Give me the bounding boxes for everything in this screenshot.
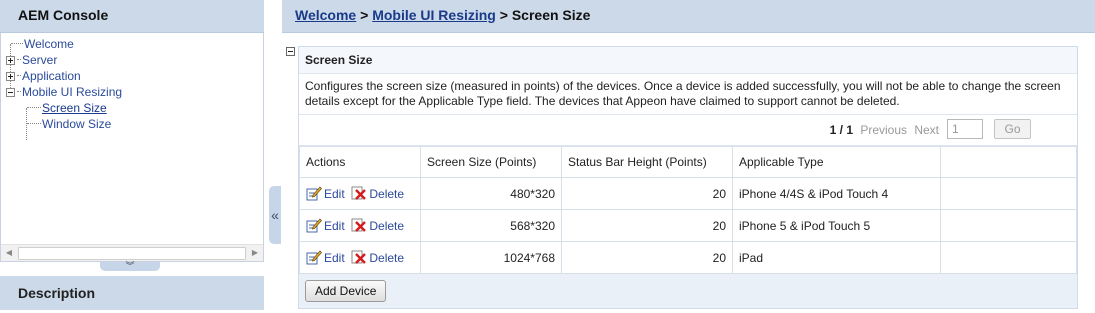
edit-icon — [306, 218, 322, 233]
empty-cell — [940, 241, 1077, 274]
tree-link-mobile-ui-resizing[interactable]: Mobile UI Resizing — [22, 85, 122, 99]
delete-icon — [351, 218, 367, 233]
scroll-left-icon[interactable]: ◀ — [1, 245, 17, 261]
table-row: Edit Delete 1024*768 20 iPad — [299, 241, 1077, 274]
breadcrumb-link-welcome[interactable]: Welcome — [295, 7, 356, 23]
edit-button[interactable]: Edit — [306, 218, 345, 233]
description-title: Description — [0, 276, 264, 310]
status-bar-cell: 20 — [561, 209, 733, 242]
section-description: Configures the screen size (measured in … — [299, 74, 1077, 115]
breadcrumb-separator: > — [499, 7, 508, 23]
expand-icon[interactable] — [6, 56, 15, 65]
delete-icon — [351, 186, 367, 201]
tree-item-mobile-ui-resizing[interactable]: Mobile UI Resizing — [6, 84, 122, 100]
section-title: Screen Size — [299, 47, 1077, 74]
tree-item-screen-size[interactable]: Screen Size — [6, 100, 122, 116]
next-page-link[interactable]: Next — [914, 123, 939, 137]
delete-button[interactable]: Delete — [351, 186, 404, 201]
edit-icon — [306, 250, 322, 265]
screen-size-cell: 480*320 — [420, 177, 562, 210]
double-chevron-down-icon[interactable]: ︾ — [100, 262, 160, 271]
tree-link-welcome[interactable]: Welcome — [24, 37, 74, 51]
screen-size-section: Screen Size Configures the screen size (… — [298, 46, 1078, 309]
section-collapse-icon[interactable] — [286, 47, 295, 56]
tree-item-window-size[interactable]: Window Size — [6, 116, 122, 132]
page-info: 1 / 1 — [829, 123, 853, 137]
status-bar-cell: 20 — [561, 177, 733, 210]
breadcrumb-current: Screen Size — [511, 7, 591, 23]
tree-item-application[interactable]: Application — [6, 68, 122, 84]
pager: 1 / 1 Previous Next Go — [299, 115, 1077, 146]
console-title: AEM Console — [0, 0, 264, 33]
actions-cell: Edit Delete — [299, 241, 421, 274]
tree-connector — [17, 91, 21, 92]
edit-button[interactable]: Edit — [306, 186, 345, 201]
tree-connector — [11, 43, 23, 44]
column-header-applicable-type[interactable]: Applicable Type — [732, 146, 941, 178]
go-button[interactable]: Go — [994, 119, 1031, 139]
applicable-type-cell: iPhone 4/4S & iPod Touch 4 — [732, 177, 941, 210]
screen-size-cell: 568*320 — [420, 209, 562, 242]
double-chevron-left-icon[interactable]: « — [269, 186, 281, 244]
tree-connector — [17, 59, 21, 60]
tree-connector — [27, 107, 41, 108]
actions-cell: Edit Delete — [299, 209, 421, 242]
tree-connector — [17, 75, 21, 76]
breadcrumb: Welcome > Mobile UI Resizing > Screen Si… — [282, 0, 1095, 33]
tree-link-application[interactable]: Application — [22, 69, 81, 83]
tree-link-server[interactable]: Server — [22, 53, 57, 67]
table-row: Edit Delete 568*320 20 iPhone 5 & iPod T… — [299, 209, 1077, 242]
scroll-right-icon[interactable]: ▶ — [247, 245, 263, 261]
actions-cell: Edit Delete — [299, 177, 421, 210]
delete-button[interactable]: Delete — [351, 250, 404, 265]
tree-link-screen-size[interactable]: Screen Size — [42, 101, 107, 115]
breadcrumb-link-mobile-ui-resizing[interactable]: Mobile UI Resizing — [372, 7, 496, 23]
delete-icon — [351, 250, 367, 265]
page-number-input[interactable] — [947, 119, 983, 139]
column-header-actions: Actions — [299, 146, 421, 178]
column-header-status-bar-height[interactable]: Status Bar Height (Points) — [561, 146, 733, 178]
table-footer: Add Device — [299, 274, 1077, 308]
screen-size-cell: 1024*768 — [420, 241, 562, 274]
scrollbar-thumb[interactable] — [18, 247, 246, 260]
left-panel: AEM Console Welcome Server Application M… — [0, 0, 264, 313]
tree-item-welcome[interactable]: Welcome — [6, 36, 122, 52]
column-header-empty — [940, 146, 1077, 178]
edit-icon — [306, 186, 322, 201]
navigation-tree: Welcome Server Application Mobile UI Res… — [6, 36, 122, 140]
empty-cell — [940, 209, 1077, 242]
devices-table: Actions Screen Size (Points) Status Bar … — [299, 146, 1077, 274]
horizontal-scrollbar[interactable]: ◀ ▶ — [1, 244, 263, 261]
navigation-tree-area: Welcome Server Application Mobile UI Res… — [0, 33, 264, 262]
breadcrumb-separator: > — [360, 7, 369, 23]
add-device-button[interactable]: Add Device — [305, 280, 387, 302]
edit-button[interactable]: Edit — [306, 250, 345, 265]
status-bar-cell: 20 — [561, 241, 733, 274]
tree-link-window-size[interactable]: Window Size — [42, 117, 111, 131]
expand-icon[interactable] — [6, 72, 15, 81]
table-header-row: Actions Screen Size (Points) Status Bar … — [299, 146, 1077, 178]
tree-connector — [27, 123, 41, 124]
column-header-screen-size[interactable]: Screen Size (Points) — [420, 146, 562, 178]
applicable-type-cell: iPad — [732, 241, 941, 274]
table-row: Edit Delete 480*320 20 iPhone 4/4S & iPo… — [299, 177, 1077, 210]
collapse-icon[interactable] — [6, 88, 15, 97]
empty-cell — [940, 177, 1077, 210]
main-panel: Welcome > Mobile UI Resizing > Screen Si… — [282, 0, 1095, 313]
delete-button[interactable]: Delete — [351, 218, 404, 233]
tree-item-server[interactable]: Server — [6, 52, 122, 68]
previous-page-link[interactable]: Previous — [860, 123, 907, 137]
applicable-type-cell: iPhone 5 & iPod Touch 5 — [732, 209, 941, 242]
